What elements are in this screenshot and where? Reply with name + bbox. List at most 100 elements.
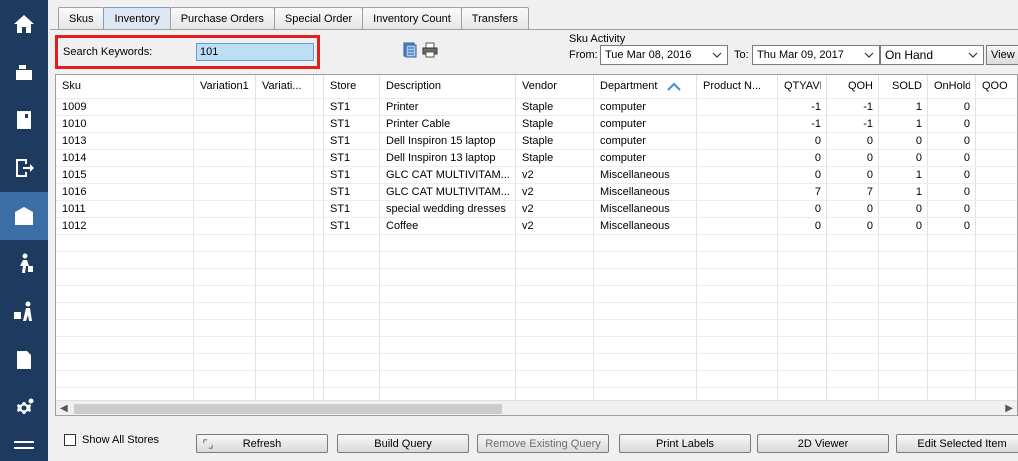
table-cell: -1 [863,118,873,130]
row-divider [56,370,1017,371]
settings-icon[interactable] [0,384,48,432]
column-header[interactable]: Vendor [522,80,588,92]
menu-icon[interactable] [0,432,48,461]
tab-inventory[interactable]: Inventory [103,7,171,29]
checkbox-box[interactable] [64,434,76,446]
inventory-grid-icon[interactable] [0,192,48,240]
table-cell: 0 [866,135,873,147]
row-divider [56,268,1017,269]
cash-register-icon[interactable] [0,48,48,96]
column-header[interactable]: QTYAVL [784,80,821,92]
table-cell: 1 [915,101,922,113]
report-icon[interactable] [0,336,48,384]
table-cell: ST1 [330,118,351,130]
column-header[interactable]: SOLD [885,80,922,92]
table-cell: Miscellaneous [600,220,670,232]
tab-purchase-orders[interactable]: Purchase Orders [169,7,275,29]
table-cell: computer [600,152,646,164]
tab-inventory-count[interactable]: Inventory Count [362,7,462,29]
table-cell: 0 [814,135,821,147]
column-divider [313,75,314,400]
activity-mode-select[interactable]: On Hand [880,45,984,65]
column-header[interactable]: Product N... [703,80,772,92]
column-header[interactable]: Description [386,80,510,92]
table-cell: Miscellaneous [600,186,670,198]
table-cell: 1 [915,118,922,130]
column-divider [593,75,594,400]
column-header[interactable]: Variation1 [200,80,250,92]
receipt-icon[interactable] [0,96,48,144]
horizontal-scrollbar[interactable]: ◀ ▶ [56,400,1017,415]
toolbar-icons [402,42,438,58]
scroll-left-icon[interactable]: ◀ [60,403,68,414]
to-label: To: [734,49,749,61]
table-cell: 1014 [62,152,87,164]
from-date-value: Tue Mar 08, 2016 [605,49,692,61]
table-cell: Staple [522,152,554,164]
refresh-button[interactable]: Refresh [196,434,328,453]
table-cell: 0 [963,203,970,215]
table-cell: 1016 [62,186,87,198]
column-divider [255,75,256,400]
column-header[interactable]: OnHold [934,80,970,92]
edit-selected-item-button[interactable]: Edit Selected Item [896,434,1018,453]
table-cell: 0 [963,169,970,181]
sort-ascending-icon[interactable] [667,82,681,92]
column-header[interactable]: QOO [982,80,1013,92]
tab-transfers[interactable]: Transfers [460,7,529,29]
column-header[interactable]: Sku [62,80,188,92]
table-cell: GLC CAT MULTIVITAM... [386,186,510,198]
delivery-icon[interactable] [0,288,48,336]
row-divider [56,234,1017,235]
print-labels-button[interactable]: Print Labels [619,434,751,453]
column-header[interactable]: Store [330,80,374,92]
row-divider [56,149,1017,150]
table-cell: 1009 [62,101,87,113]
table-cell: Staple [522,101,554,113]
column-divider [777,75,778,400]
row-divider [56,336,1017,337]
to-date-picker[interactable]: Thu Mar 09, 2017 [752,45,880,65]
table-cell: -1 [811,118,821,130]
from-date-picker[interactable]: Tue Mar 08, 2016 [600,45,728,65]
printer-icon[interactable] [422,42,438,58]
table-cell: v2 [522,186,534,198]
table-cell: Miscellaneous [600,169,670,181]
column-header[interactable]: Variati... [262,80,308,92]
table-cell: ST1 [330,152,351,164]
table-cell: 0 [814,169,821,181]
row-divider [56,183,1017,184]
refresh-label: Refresh [242,437,282,450]
search-highlight: Search Keywords: [55,35,320,69]
sign-out-icon[interactable] [0,144,48,192]
row-divider [56,285,1017,286]
table-cell: 0 [866,220,873,232]
row-divider [56,166,1017,167]
column-divider [975,75,976,400]
table-cell: 1012 [62,220,87,232]
column-divider [927,75,928,400]
row-divider [56,302,1017,303]
tab-special-order[interactable]: Special Order [273,7,364,29]
table-cell: 0 [814,152,821,164]
search-input[interactable] [196,43,314,61]
table-cell: Dell Inspiron 13 laptop [386,152,496,164]
home-icon[interactable] [0,0,48,48]
show-all-stores-checkbox[interactable]: Show All Stores [64,434,159,446]
row-divider [56,319,1017,320]
document-icon[interactable] [402,42,418,58]
table-cell: computer [600,118,646,130]
table-cell: 0 [866,152,873,164]
scroll-right-icon[interactable]: ▶ [1005,403,1013,414]
2d-viewer-button[interactable]: 2D Viewer [757,434,889,453]
column-header[interactable]: QOH [833,80,873,92]
table-cell: 0 [963,186,970,198]
view-button[interactable]: View [986,45,1018,65]
customer-icon[interactable] [0,240,48,288]
tab-skus[interactable]: Skus [58,7,105,29]
remove-query-button[interactable]: Remove Existing Query [477,434,609,453]
activity-mode-value: On Hand [885,48,934,62]
build-query-button[interactable]: Build Query [337,434,469,453]
table-cell: 0 [866,203,873,215]
scrollbar-thumb[interactable] [74,404,502,414]
